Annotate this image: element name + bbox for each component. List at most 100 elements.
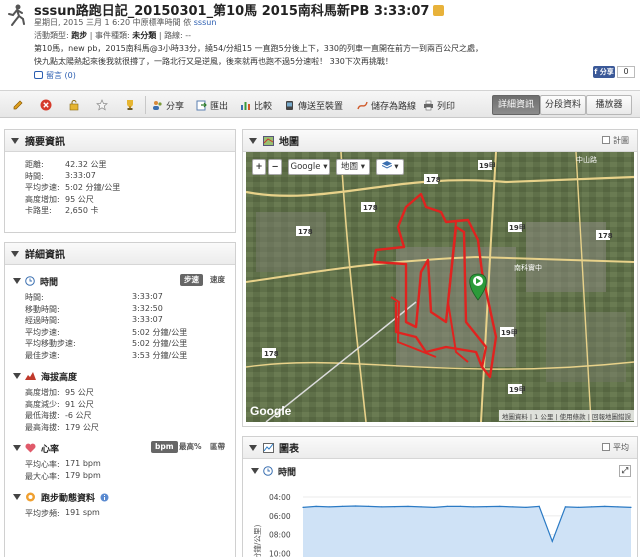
facebook-share-button[interactable]: f 分享 — [593, 66, 615, 78]
pace-data-point — [512, 506, 514, 508]
tab-splits[interactable]: 分段資料 — [540, 95, 586, 115]
summary-row-pace: 平均步速: 5:02 分鐘/公里 — [25, 183, 121, 192]
messages-link[interactable]: 留言 (0) — [34, 70, 76, 81]
running-dynamics-row: 平均步頻: 191 spm — [25, 508, 100, 518]
pace-data-point — [538, 505, 540, 507]
save-as-route-button[interactable]: 儲存為路線 — [357, 97, 416, 113]
bpm-toggle[interactable]: bpm — [151, 441, 178, 453]
collapse-triangle-icon — [11, 137, 19, 144]
zoom-in-button[interactable]: + — [252, 159, 266, 175]
activity-type-value[interactable]: 跑步 — [71, 31, 87, 40]
summary-rows: 距離: 42.32 公里 時間: 3:33:07 平均步速: 5:02 分鐘/公里 高… — [5, 152, 235, 217]
pace-data-point — [328, 506, 330, 508]
pace-data-point — [473, 506, 475, 508]
elevation-section-header[interactable]: 海拔高度 — [5, 367, 235, 385]
zoom-out-button[interactable]: − — [268, 159, 282, 175]
running-icon — [8, 4, 25, 26]
map-header[interactable]: 地圖 計圖 — [243, 130, 637, 152]
clock-icon — [25, 276, 35, 286]
trophy-icon[interactable] — [124, 97, 136, 113]
send-to-device-button[interactable]: 傳送至裝置 — [284, 97, 343, 113]
activity-date-line: 星期日, 2015 三月 1 6:20 中原標準時間 依 sssun — [34, 18, 217, 27]
time-row: 平均步速: 5:02 分鐘/公里 — [25, 327, 188, 337]
summary-row-elevation: 高度增加: 95 公尺 — [25, 194, 94, 204]
svg-text:19甲: 19甲 — [509, 386, 526, 394]
heart-rate-row: 平均心率: 171 bpm — [25, 459, 101, 469]
pace-toggle[interactable]: 步速 — [180, 274, 203, 286]
expand-chart-icon[interactable]: ⤢ — [619, 465, 631, 477]
chart-header[interactable]: 圖表 平均 — [243, 437, 637, 459]
pace-data-point — [315, 505, 317, 507]
pace-data-point — [564, 506, 566, 508]
pace-data-point — [302, 506, 304, 508]
summary-header[interactable]: 摘要資訊 — [5, 130, 235, 152]
time-row: 移動時間: 3:32:50 — [25, 303, 163, 314]
star-icon[interactable] — [96, 97, 108, 113]
compare-icon — [241, 101, 250, 110]
pace-data-point — [407, 505, 409, 507]
clock-icon — [263, 466, 273, 476]
share-count: 0 — [617, 66, 635, 78]
pace-data-point — [604, 505, 606, 507]
max-percent-toggle[interactable]: 最高% — [175, 441, 206, 453]
pace-chart[interactable]: (分鐘/公里) 04:00 06:00 08:00 10:00 — [243, 485, 637, 557]
tab-player[interactable]: 播放器 — [586, 95, 632, 115]
map-attribution[interactable]: 地圖資料 | 1 公里 | 使用條款 | 回報地圖錯誤 — [498, 410, 634, 421]
activity-header: sssun路跑日記_20150301_第10馬 2015南科馬新PB 3:33:… — [0, 0, 640, 90]
elevation-row: 最高海拔: 179 公尺 — [25, 422, 99, 432]
pace-data-point — [499, 505, 501, 507]
time-row: 時間: 3:33:07 — [25, 292, 163, 302]
share-button[interactable]: 分享 — [152, 97, 184, 113]
tab-details[interactable]: 詳細資訊 — [492, 95, 540, 115]
collapse-triangle-icon — [249, 444, 257, 451]
route-map[interactable]: 178 178 178 19甲 19甲 19甲 19甲 178 178 南科實中… — [246, 152, 634, 422]
delete-icon[interactable] — [40, 97, 52, 113]
comment-icon — [34, 71, 43, 79]
google-logo: Google — [250, 404, 292, 418]
activity-description: 第10馬，new pb，2015南科馬@3小時33分，繞54/分組15 一直跑5… — [34, 44, 483, 66]
running-dynamics-section-header[interactable]: 跑步動態資料 — [5, 488, 235, 506]
info-icon[interactable] — [100, 493, 109, 502]
export-icon — [196, 100, 207, 110]
elevation-row: 高度增加: 95 公尺 — [25, 388, 94, 397]
layers-button[interactable]: ▾ — [376, 159, 404, 175]
event-type-value[interactable]: 未分類 — [132, 31, 156, 40]
pace-data-point — [433, 506, 435, 508]
map-provider-select[interactable]: Google ▾ — [288, 159, 330, 175]
details-header[interactable]: 詳細資訊 — [5, 243, 235, 265]
map-legend-toggle[interactable]: 計圖 — [602, 135, 629, 146]
svg-text:178: 178 — [598, 232, 613, 240]
average-toggle[interactable]: 平均 — [602, 442, 629, 453]
print-button[interactable]: 列印 — [423, 97, 455, 113]
zones-toggle[interactable]: 區帶 — [206, 441, 229, 453]
pace-data-point — [341, 505, 343, 507]
edit-icon[interactable] — [12, 97, 24, 113]
map-type-select[interactable]: 地圖 ▾ — [336, 159, 370, 175]
pace-data-point — [459, 505, 461, 507]
heart-rate-rows: 平均心率: 171 bpm 最大心率: 179 bpm — [5, 457, 235, 482]
svg-text:178: 178 — [298, 228, 313, 236]
time-row: 經過時間: 3:33:07 — [25, 315, 163, 325]
compare-button[interactable]: 比較 — [240, 97, 272, 113]
pace-data-point — [394, 506, 396, 508]
collapse-triangle-icon — [13, 494, 21, 500]
svg-text:178: 178 — [426, 176, 441, 184]
pace-data-point — [617, 506, 619, 508]
export-button[interactable]: 匯出 — [196, 97, 228, 113]
printer-icon — [424, 100, 433, 110]
summary-panel: 摘要資訊 距離: 42.32 公里 時間: 3:33:07 平均步速: 5:02 分鐘… — [4, 129, 236, 233]
chart-time-header[interactable]: 時間 ⤢ — [243, 462, 637, 480]
pace-data-point — [630, 506, 632, 508]
lock-icon[interactable] — [68, 97, 80, 113]
heart-rate-section-header[interactable]: 心率 bpm 最高% 區帶 — [5, 439, 235, 457]
speed-toggle[interactable]: 速度 — [206, 274, 229, 286]
y-tick-label: 04:00 — [269, 493, 291, 502]
pace-area-fill — [303, 506, 631, 557]
time-section-header[interactable]: 時間 步速 速度 — [5, 272, 235, 290]
pace-data-point — [551, 540, 553, 542]
user-link[interactable]: sssun — [194, 18, 217, 27]
activity-type-line: 活動類型: 跑步 | 事件種類: 未分類 | 路線: -- — [34, 31, 192, 40]
device-icon — [286, 100, 293, 110]
summary-row-distance: 距離: 42.32 公里 — [25, 160, 107, 169]
svg-text:178: 178 — [264, 350, 279, 358]
